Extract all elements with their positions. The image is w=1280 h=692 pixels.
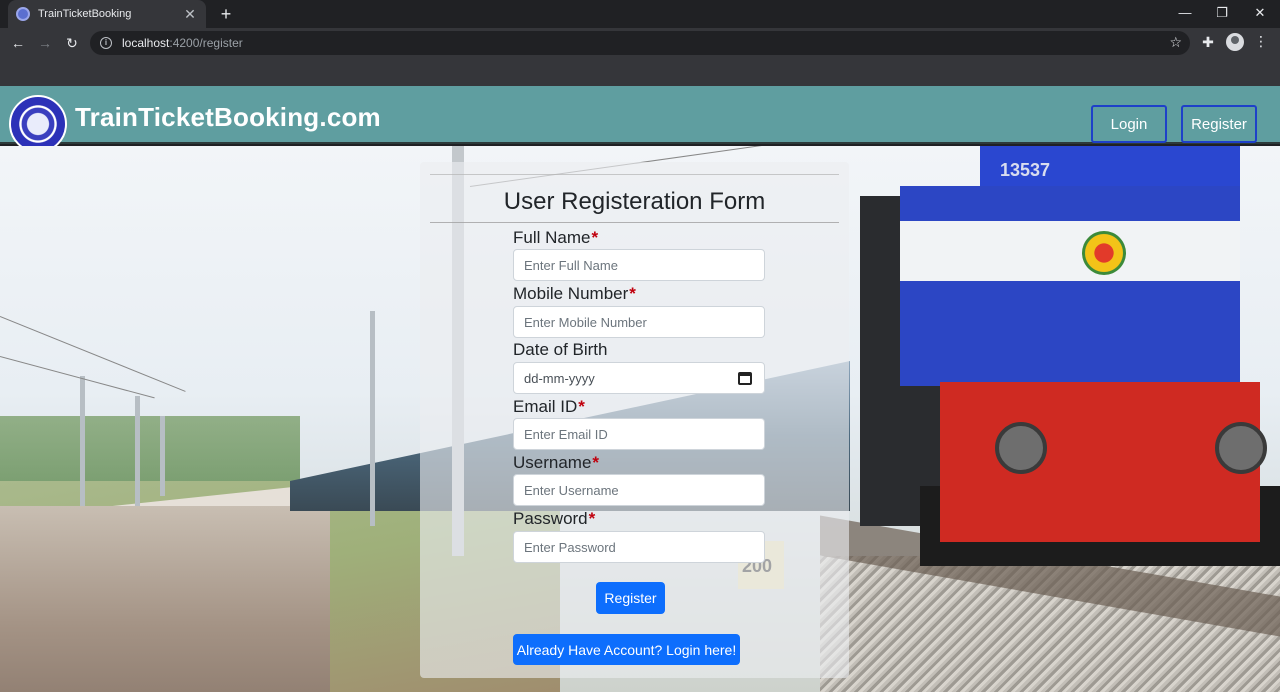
- tab-title: TrainTicketBooking: [38, 8, 132, 20]
- full-name-label: Full Name*: [513, 228, 598, 248]
- loco-buffer: [1215, 422, 1267, 474]
- minimize-button[interactable]: —: [1175, 4, 1195, 22]
- email-id-input[interactable]: [513, 418, 765, 450]
- close-tab-icon[interactable]: ✕: [182, 6, 198, 23]
- login-button[interactable]: Login: [1091, 105, 1167, 143]
- required-mark: *: [588, 509, 596, 528]
- register-submit-button[interactable]: Register: [596, 582, 665, 614]
- title-divider: [430, 222, 839, 223]
- username-label: Username*: [513, 453, 599, 473]
- maximize-button[interactable]: ❐: [1212, 4, 1232, 22]
- star-icon[interactable]: ☆: [1169, 34, 1182, 51]
- reload-icon[interactable]: ↻: [62, 33, 82, 53]
- full-name-label-text: Full Name: [513, 228, 591, 247]
- info-icon[interactable]: i: [100, 37, 112, 49]
- password-label: Password*: [513, 509, 595, 529]
- required-mark: *: [592, 453, 600, 472]
- catenary-pole: [80, 376, 85, 506]
- username-input[interactable]: [513, 474, 765, 506]
- browser-toolbar: ← → ↻ i localhost:4200/register ☆: [0, 28, 1280, 58]
- profile-icon[interactable]: [1226, 33, 1244, 51]
- loco-front: [940, 382, 1260, 542]
- loco-emblem-icon: [1082, 231, 1126, 275]
- loco-buffer: [995, 422, 1047, 474]
- date-placeholder: dd-mm-yyyy: [524, 370, 595, 386]
- mobile-number-label: Mobile Number*: [513, 284, 636, 304]
- overhead-wire: [0, 356, 155, 399]
- full-name-input[interactable]: [513, 249, 765, 281]
- date-of-birth-label-text: Date of Birth: [513, 340, 608, 359]
- bookmarks-area: [0, 58, 1280, 86]
- catenary-pole: [160, 416, 165, 496]
- bridge: [0, 506, 330, 692]
- indian-railways-logo-icon: [9, 95, 67, 153]
- address-bar[interactable]: i localhost:4200/register ☆: [90, 31, 1190, 55]
- site-navbar: TrainTicketBooking.com Login Register: [0, 86, 1280, 153]
- menu-icon[interactable]: ⋮: [1254, 33, 1268, 50]
- brand-title[interactable]: TrainTicketBooking.com: [75, 102, 381, 133]
- loco-stripe: [900, 221, 1240, 281]
- required-mark: *: [591, 228, 599, 247]
- registration-form-card: User Registeration Form Full Name* Mobil…: [420, 162, 849, 678]
- locomotive: 13537: [860, 146, 1280, 566]
- extensions-icon[interactable]: ✚: [1200, 34, 1216, 51]
- back-icon[interactable]: ←: [8, 33, 28, 53]
- email-id-label: Email ID*: [513, 397, 585, 417]
- loco-number: 13537: [1000, 160, 1051, 180]
- mobile-number-input[interactable]: [513, 306, 765, 338]
- browser-tab-strip: TrainTicketBooking ✕ + — ❐ ✕: [0, 0, 1280, 28]
- browser-tab[interactable]: TrainTicketBooking ✕: [8, 0, 206, 28]
- login-link-button[interactable]: Already Have Account? Login here!: [513, 634, 740, 665]
- forward-icon[interactable]: →: [35, 33, 55, 53]
- url-path: :4200/register: [169, 36, 243, 50]
- required-mark: *: [629, 284, 636, 303]
- catenary-pole: [370, 311, 375, 526]
- password-label-text: Password: [513, 509, 588, 528]
- date-of-birth-input[interactable]: dd-mm-yyyy: [513, 362, 765, 394]
- loco-cab: [900, 186, 1240, 386]
- password-input[interactable]: [513, 531, 765, 563]
- close-window-button[interactable]: ✕: [1250, 4, 1270, 22]
- catenary-pole: [135, 396, 140, 506]
- mobile-number-label-text: Mobile Number: [513, 284, 629, 303]
- required-mark: *: [578, 397, 585, 416]
- form-title: User Registeration Form: [503, 188, 766, 215]
- new-tab-button[interactable]: +: [216, 4, 236, 24]
- calendar-icon[interactable]: [738, 372, 752, 385]
- register-nav-button[interactable]: Register: [1181, 105, 1257, 143]
- date-of-birth-label: Date of Birth: [513, 340, 608, 360]
- card-divider: [430, 174, 839, 175]
- railways-favicon-icon: [16, 7, 30, 21]
- email-id-label-text: Email ID: [513, 397, 578, 416]
- url-host: localhost: [122, 36, 170, 50]
- username-label-text: Username: [513, 453, 592, 472]
